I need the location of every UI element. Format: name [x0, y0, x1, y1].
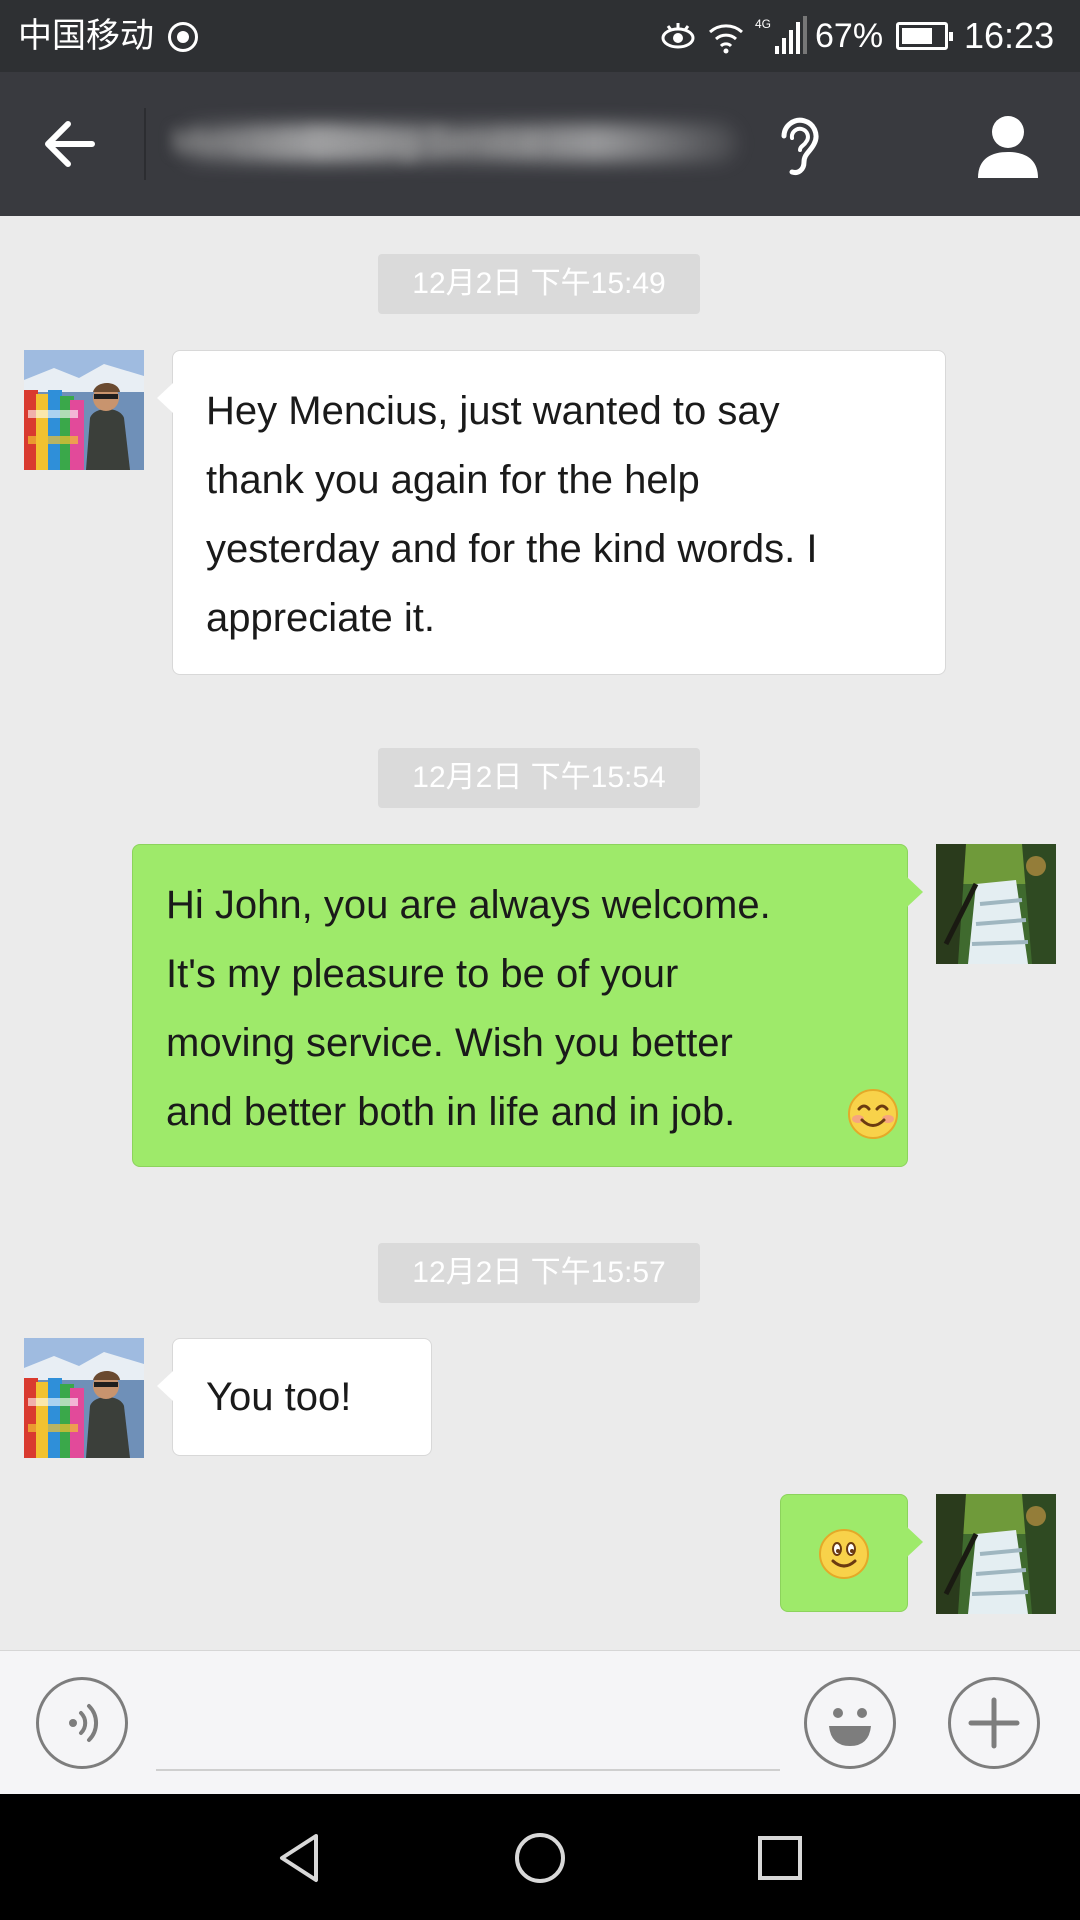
avatar-waterfall-photo	[936, 844, 1056, 964]
ear-icon[interactable]	[770, 110, 826, 180]
message-text: You too!	[206, 1375, 352, 1419]
carrier-name: 中国移动	[18, 17, 154, 55]
wifi-icon	[709, 24, 743, 54]
circle-home-icon[interactable]	[512, 1830, 568, 1886]
incoming-message-bubble[interactable]: You too!	[157, 1338, 432, 1456]
avatar-photo	[24, 1338, 144, 1458]
smile-emoji-icon	[819, 1529, 869, 1579]
message-input[interactable]	[156, 1677, 780, 1771]
signal-strength-icon: 4G	[755, 16, 807, 54]
plus-icon	[968, 1697, 1020, 1749]
voice-icon	[69, 1704, 99, 1742]
message-input-bar	[0, 1650, 1080, 1795]
outgoing-emoji-bubble[interactable]	[780, 1494, 923, 1612]
incoming-message-bubble[interactable]: Hey Mencius, just wanted to say thank yo…	[157, 350, 946, 675]
voice-input-button[interactable]	[36, 1677, 128, 1769]
message-text: Hi John, you are always welcome. It's my…	[166, 883, 771, 1134]
battery-percentage: 67%	[815, 17, 884, 55]
avatar-waterfall-photo	[936, 1494, 1056, 1614]
eye-comfort-icon	[661, 23, 695, 49]
avatar-john[interactable]	[24, 350, 144, 470]
smile-emoji-icon	[848, 1089, 898, 1139]
message-timestamp: 12月2日 下午15:57	[378, 1243, 700, 1303]
avatar-me[interactable]	[936, 1494, 1056, 1614]
battery-icon	[896, 22, 953, 50]
square-recents-icon[interactable]	[752, 1830, 808, 1886]
more-button[interactable]	[948, 1677, 1040, 1769]
emoji-button[interactable]	[804, 1677, 896, 1769]
network-type-label: 4G	[755, 17, 771, 31]
header-divider	[144, 108, 146, 180]
person-icon[interactable]	[970, 108, 1046, 184]
status-bar: 中国移动 4G 67% 16:23	[0, 0, 1080, 72]
avatar-me[interactable]	[936, 844, 1056, 964]
chat-title: Mencius Moving Service	[172, 123, 541, 161]
smiley-face-icon	[829, 1708, 871, 1746]
clock: 16:23	[964, 15, 1055, 56]
triangle-back-icon[interactable]	[272, 1830, 328, 1886]
message-timestamp: 12月2日 下午15:54	[378, 748, 700, 808]
outgoing-message-bubble[interactable]: Hi John, you are always welcome. It's my…	[132, 844, 923, 1167]
back-arrow-icon[interactable]	[32, 112, 112, 176]
message-timestamp: 12月2日 下午15:49	[378, 254, 700, 314]
message-text: Hey Mencius, just wanted to say thank yo…	[206, 389, 818, 640]
avatar-photo	[24, 350, 144, 470]
carrier-logo-icon	[168, 22, 198, 52]
system-navigation-bar	[0, 1794, 1080, 1920]
avatar-john[interactable]	[24, 1338, 144, 1458]
chat-header: Mencius Moving Service	[0, 72, 1080, 216]
